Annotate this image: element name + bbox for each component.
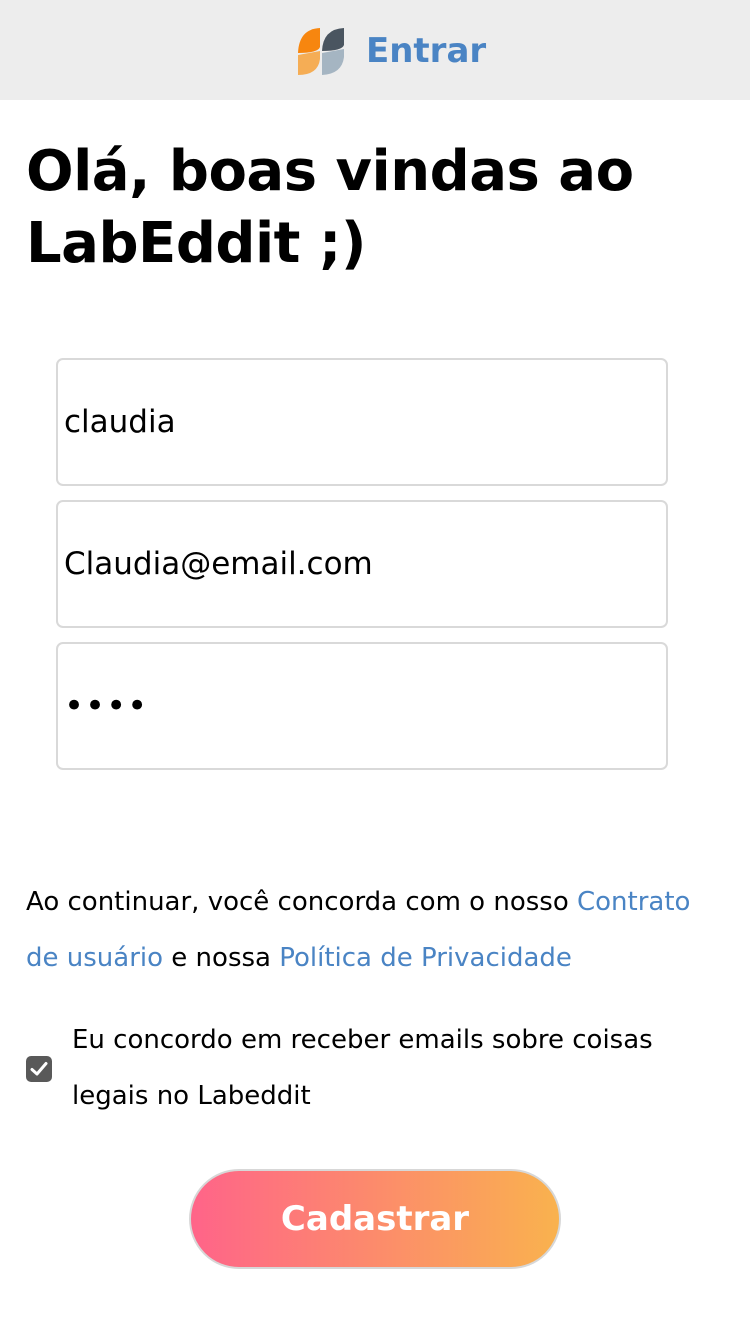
terms-text: Ao continuar, você concorda com o nosso …	[26, 874, 726, 986]
signup-button[interactable]: Cadastrar	[189, 1169, 561, 1269]
login-link[interactable]: Entrar	[366, 28, 486, 74]
newsletter-label: Eu concordo em receber emails sobre cois…	[72, 1025, 653, 1111]
header-bar: Entrar	[0, 0, 750, 100]
checkmark-icon	[30, 1062, 48, 1076]
username-input[interactable]	[56, 358, 668, 486]
email-input[interactable]	[56, 500, 668, 628]
terms-middle: e nossa	[163, 943, 280, 973]
terms-prefix: Ao continuar, você concorda com o nosso	[26, 887, 577, 917]
password-input[interactable]	[56, 642, 668, 770]
labeddit-logo-icon	[296, 27, 346, 77]
newsletter-checkbox[interactable]	[26, 1056, 52, 1082]
page-title: Olá, boas vindas ao LabEddit ;)	[26, 139, 634, 276]
privacy-policy-link[interactable]: Política de Privacidade	[279, 943, 572, 973]
